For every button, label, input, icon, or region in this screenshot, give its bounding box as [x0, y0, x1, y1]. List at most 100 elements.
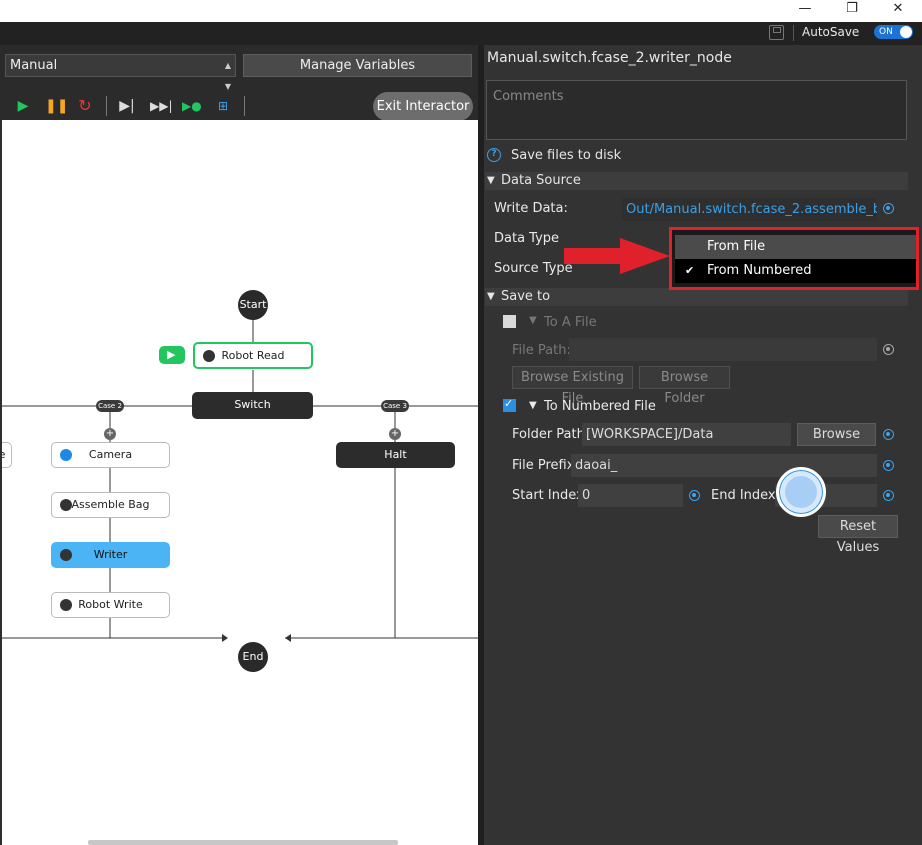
folder-path-label: Folder Path [512, 427, 585, 442]
target-icon[interactable] [883, 344, 894, 355]
floating-assistant-icon[interactable] [776, 467, 826, 517]
camera-icon [60, 449, 72, 461]
dropdown-option-from-file[interactable]: From File [675, 235, 916, 259]
target-icon[interactable] [689, 490, 700, 501]
robot-read-node[interactable]: Robot Read [193, 342, 313, 369]
end-node[interactable]: End [238, 642, 268, 672]
red-arrow-annotation [564, 238, 670, 274]
case-2-badge: Case 2 [96, 400, 124, 412]
dropdown-option-from-numbered[interactable]: ✔ From Numbered [675, 259, 916, 283]
robot-icon [203, 350, 215, 362]
assemble-bag-node[interactable]: Assemble Bag [51, 492, 170, 518]
write-data-label: Write Data: [494, 201, 568, 216]
collapse-triangle-icon: ▼ [529, 400, 537, 411]
file-prefix-field[interactable]: daoai_ [571, 454, 877, 477]
file-prefix-label: File Prefix [512, 458, 575, 473]
close-button[interactable]: ✕ [878, 0, 918, 20]
partial-node[interactable]: e [2, 442, 12, 468]
add-node-icon[interactable]: + [389, 428, 401, 440]
collapse-triangle-icon: ▼ [487, 175, 495, 186]
comments-field[interactable]: Comments [486, 80, 907, 140]
reset-values-button[interactable]: Reset Values [818, 515, 898, 555]
robot-write-label: Robot Write [78, 598, 143, 611]
checkmark-icon: ✔ [685, 264, 695, 277]
node-title: Manual.switch.fcase_2.writer_node [487, 50, 732, 66]
data-type-dropdown[interactable]: From File ✔ From Numbered [669, 227, 919, 290]
write-data-field[interactable]: Out/Manual.switch.fcase_2.assemble_bag_n [622, 198, 877, 221]
data-source-section[interactable]: ▼ Data Source [485, 172, 908, 190]
to-numbered-file-label: To Numbered File [544, 399, 656, 414]
assemble-bag-label: Assemble Bag [71, 498, 150, 511]
autosave-label: AutoSave [802, 25, 860, 39]
toolbar-divider [244, 96, 245, 116]
file-path-label: File Path: [512, 343, 571, 358]
start-index-field[interactable]: 0 [578, 484, 683, 507]
debug-node-icon[interactable]: ⊞ [214, 97, 232, 115]
run-to-node-icon[interactable]: ▶● [182, 97, 202, 115]
camera-node[interactable]: Camera [51, 442, 170, 468]
window-title-bar: — ❐ ✕ [0, 0, 922, 22]
toggle-knob [900, 26, 912, 38]
step-icon[interactable]: ▶| [118, 97, 136, 115]
add-node-icon[interactable]: + [104, 428, 116, 440]
robot-read-label: Robot Read [221, 349, 285, 362]
restart-icon[interactable]: ↻ [76, 97, 94, 115]
toolbar-divider [106, 96, 107, 116]
assemble-icon [60, 499, 72, 511]
fast-forward-icon[interactable]: ▶▶| [150, 97, 173, 115]
robot-icon [60, 599, 72, 611]
collapse-triangle-icon: ▼ [529, 315, 537, 326]
robot-write-node[interactable]: Robot Write [51, 592, 170, 618]
start-index-label: Start Index [512, 488, 584, 503]
file-path-field[interactable] [569, 338, 877, 361]
play-icon: ▶ [167, 348, 176, 361]
play-icon[interactable]: ▶ [14, 97, 32, 115]
option-label: From Numbered [707, 263, 812, 278]
save-icon[interactable] [769, 25, 784, 40]
horizontal-scrollbar[interactable] [88, 840, 398, 845]
target-icon[interactable] [883, 429, 894, 440]
pause-icon[interactable]: ❚❚ [45, 97, 68, 115]
writer-icon [60, 549, 72, 561]
help-icon[interactable]: ? [487, 148, 501, 162]
data-type-label: Data Type [494, 231, 560, 246]
mode-select-value: Manual [10, 58, 58, 73]
autosave-toggle[interactable]: ON [874, 25, 913, 39]
camera-label: Camera [88, 448, 133, 461]
browse-existing-file-button[interactable]: Browse Existing File [512, 366, 633, 406]
collapse-triangle-icon: ▼ [487, 291, 495, 302]
browse-button[interactable]: Browse [797, 423, 876, 446]
target-icon[interactable] [883, 203, 894, 214]
to-a-file-label: To A File [544, 315, 597, 330]
data-source-header: Data Source [501, 173, 581, 188]
toolbar-divider [793, 25, 794, 41]
save-to-header: Save to [501, 289, 551, 304]
halt-node[interactable]: Halt [336, 442, 455, 468]
switch-node[interactable]: Switch [192, 392, 313, 419]
writer-label: Writer [93, 548, 128, 561]
to-numbered-file-checkbox[interactable] [503, 397, 516, 412]
target-icon[interactable] [883, 490, 894, 501]
writer-node[interactable]: Writer [51, 542, 170, 568]
start-node[interactable]: Start [238, 290, 268, 320]
option-label: From File [707, 239, 766, 254]
save-to-section[interactable]: ▼ Save to [485, 288, 908, 306]
run-node-button[interactable]: ▶ [159, 346, 185, 364]
end-index-label: End Index [711, 488, 776, 503]
assistant-inner [785, 476, 817, 508]
minimize-button[interactable]: — [785, 0, 825, 20]
mode-select[interactable]: Manual ▲ ▼ [5, 54, 236, 91]
folder-path-field[interactable]: [WORKSPACE]/Data [582, 423, 791, 446]
save-files-label: Save files to disk [511, 148, 622, 163]
browse-folder-button[interactable]: Browse Folder [639, 366, 730, 406]
manage-variables-button[interactable]: Manage Variables [243, 54, 472, 77]
maximize-button[interactable]: ❐ [832, 0, 872, 20]
autosave-state: ON [879, 27, 893, 37]
exit-interactor-button[interactable]: Exit Interactor [373, 92, 473, 121]
target-icon[interactable] [883, 460, 894, 471]
flow-connectors [2, 320, 478, 642]
source-type-label: Source Type [494, 261, 573, 276]
flow-canvas[interactable]: Start ▶ Robot Read Switch Case 2 Case 3 … [2, 120, 478, 845]
case-3-badge: Case 3 [381, 400, 409, 412]
to-a-file-checkbox[interactable] [503, 315, 516, 328]
